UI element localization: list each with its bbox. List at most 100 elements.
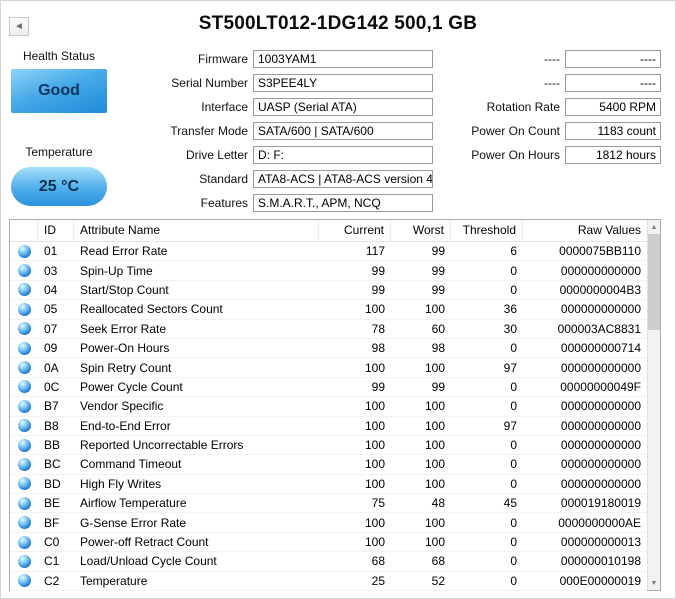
field-label: Firmware <box>198 52 248 66</box>
health-status-dot-icon <box>17 399 31 413</box>
field-value-box[interactable]: S3PEE4LY <box>253 74 433 92</box>
health-status-dot-icon <box>17 477 31 491</box>
smart-attribute-row[interactable]: C2 Temperature 25 52 0 000E00000019 <box>10 572 647 591</box>
scroll-up-icon[interactable]: ▲ <box>648 220 660 234</box>
status-cell <box>10 341 38 355</box>
table-scrollbar[interactable]: ▲ ▼ <box>647 220 660 590</box>
attribute-current: 98 <box>371 341 385 356</box>
health-status-dot-icon <box>17 341 31 355</box>
attribute-threshold: 0 <box>510 457 517 472</box>
smart-attribute-row[interactable]: BC Command Timeout 100 100 0 00000000000… <box>10 455 647 475</box>
attribute-worst: 100 <box>424 302 445 317</box>
status-column-header[interactable] <box>10 220 38 241</box>
smart-attribute-row[interactable]: BD High Fly Writes 100 100 0 00000000000… <box>10 475 647 495</box>
info-field-row: ---- ---- <box>437 47 661 71</box>
attribute-current: 100 <box>364 457 385 472</box>
status-cell <box>10 399 38 413</box>
smart-attribute-row[interactable]: BF G-Sense Error Rate 100 100 0 00000000… <box>10 513 647 533</box>
attribute-raw: 000000000714 <box>560 341 641 356</box>
status-cell <box>10 516 38 530</box>
smart-attribute-row[interactable]: B8 End-to-End Error 100 100 97 000000000… <box>10 417 647 436</box>
attribute-threshold: 0 <box>510 341 517 356</box>
field-value-box[interactable]: S.M.A.R.T., APM, NCQ <box>253 194 433 212</box>
field-value-box[interactable]: 1812 hours <box>565 146 661 164</box>
health-status-badge[interactable]: Good <box>11 69 107 113</box>
scrollbar-thumb[interactable] <box>648 234 660 330</box>
info-left: Firmware 1003YAM1 Serial Number S3PEE4LY… <box>101 47 433 215</box>
threshold-column-header[interactable]: Threshold <box>451 220 523 241</box>
current-column-header[interactable]: Current <box>319 220 391 241</box>
smart-attribute-row[interactable]: 03 Spin-Up Time 99 99 0 000000000000 <box>10 261 647 281</box>
attribute-worst: 100 <box>424 360 445 375</box>
attribute-current: 100 <box>364 476 385 491</box>
attribute-threshold: 30 <box>503 321 517 336</box>
crystaldiskinfo-window: ◄ ST500LT012-1DG142 500,1 GB Health Stat… <box>0 0 676 599</box>
attribute-raw: 000000000000 <box>560 457 641 472</box>
attribute-name: Reported Uncorrectable Errors <box>80 438 244 453</box>
field-value-box[interactable]: D: F: <box>253 146 433 164</box>
smart-attribute-row[interactable]: C0 Power-off Retract Count 100 100 0 000… <box>10 533 647 553</box>
health-status-dot-icon <box>17 554 31 568</box>
attribute-id: BF <box>44 515 60 530</box>
attribute-worst: 99 <box>431 282 445 297</box>
attribute-name: End-to-End Error <box>80 418 171 433</box>
worst-column-header[interactable]: Worst <box>391 220 451 241</box>
smart-attribute-row[interactable]: 07 Seek Error Rate 78 60 30 000003AC8831 <box>10 320 647 339</box>
smart-attribute-row[interactable]: 0A Spin Retry Count 100 100 97 000000000… <box>10 358 647 378</box>
attribute-raw: 000000000000 <box>560 476 641 491</box>
attribute-id: 04 <box>44 282 58 297</box>
health-status-dot-icon <box>17 574 31 588</box>
field-value-box[interactable]: SATA/600 | SATA/600 <box>253 122 433 140</box>
field-value-box[interactable]: ---- <box>565 74 661 92</box>
attribute-raw: 000000000000 <box>560 263 641 278</box>
attribute-current: 100 <box>364 399 385 414</box>
field-label: Serial Number <box>171 76 248 90</box>
field-label: Power On Count <box>471 124 560 138</box>
smart-attribute-row[interactable]: 01 Read Error Rate 117 99 6 0000075BB110 <box>10 242 647 262</box>
field-value-box[interactable]: UASP (Serial ATA) <box>253 98 433 116</box>
attribute-name: Read Error Rate <box>80 244 168 259</box>
attribute-current: 100 <box>364 302 385 317</box>
attribute-current: 100 <box>364 360 385 375</box>
smart-attribute-row[interactable]: 05 Reallocated Sectors Count 100 100 36 … <box>10 300 647 320</box>
name-column-header[interactable]: Attribute Name <box>74 220 319 241</box>
attribute-threshold: 0 <box>510 438 517 453</box>
attribute-name: High Fly Writes <box>80 476 162 491</box>
temperature-label: Temperature <box>25 145 93 159</box>
info-field-row: Drive Letter D: F: <box>101 143 433 167</box>
attribute-raw: 000000000000 <box>560 418 641 433</box>
attribute-name: Reallocated Sectors Count <box>80 302 223 317</box>
attribute-worst: 48 <box>431 496 445 511</box>
smart-attribute-row[interactable]: 09 Power-On Hours 98 98 0 000000000714 <box>10 339 647 359</box>
field-value-box[interactable]: 1183 count <box>565 122 661 140</box>
smart-attribute-row[interactable]: BB Reported Uncorrectable Errors 100 100… <box>10 436 647 456</box>
smart-attribute-row[interactable]: C1 Load/Unload Cycle Count 68 68 0 00000… <box>10 552 647 572</box>
attribute-threshold: 0 <box>510 282 517 297</box>
field-value-box[interactable]: ATA8-ACS | ATA8-ACS version 4 <box>253 170 433 188</box>
field-value-box[interactable]: ---- <box>565 50 661 68</box>
attribute-raw: 000000000000 <box>560 302 641 317</box>
info-field-row: ---- ---- <box>437 71 661 95</box>
smart-attribute-row[interactable]: 04 Start/Stop Count 99 99 0 0000000004B3 <box>10 281 647 301</box>
field-value-box[interactable]: 1003YAM1 <box>253 50 433 68</box>
scroll-down-icon[interactable]: ▼ <box>648 576 660 590</box>
attribute-name: Spin-Up Time <box>80 263 153 278</box>
drive-title: ST500LT012-1DG142 500,1 GB <box>198 13 478 34</box>
attribute-id: BE <box>44 496 61 511</box>
raw-values-column-header[interactable]: Raw Values <box>523 220 647 241</box>
status-cell <box>10 244 38 258</box>
temperature-badge[interactable]: 25 °C <box>11 167 107 206</box>
id-column-header[interactable]: ID <box>38 220 74 241</box>
smart-attribute-row[interactable]: BE Airflow Temperature 75 48 45 00001918… <box>10 494 647 514</box>
attribute-id: C1 <box>44 554 60 569</box>
field-value-box[interactable]: 5400 RPM <box>565 98 661 116</box>
smart-attribute-row[interactable]: 0C Power Cycle Count 99 99 0 00000000049… <box>10 378 647 398</box>
info-field-row: Firmware 1003YAM1 <box>101 47 433 71</box>
field-label: Drive Letter <box>185 148 248 162</box>
attribute-worst: 52 <box>431 573 445 588</box>
health-status-dot-icon <box>17 264 31 278</box>
field-label: Features <box>200 196 248 210</box>
status-cell <box>10 419 38 433</box>
status-cell <box>10 457 38 471</box>
smart-attribute-row[interactable]: B7 Vendor Specific 100 100 0 00000000000… <box>10 397 647 417</box>
